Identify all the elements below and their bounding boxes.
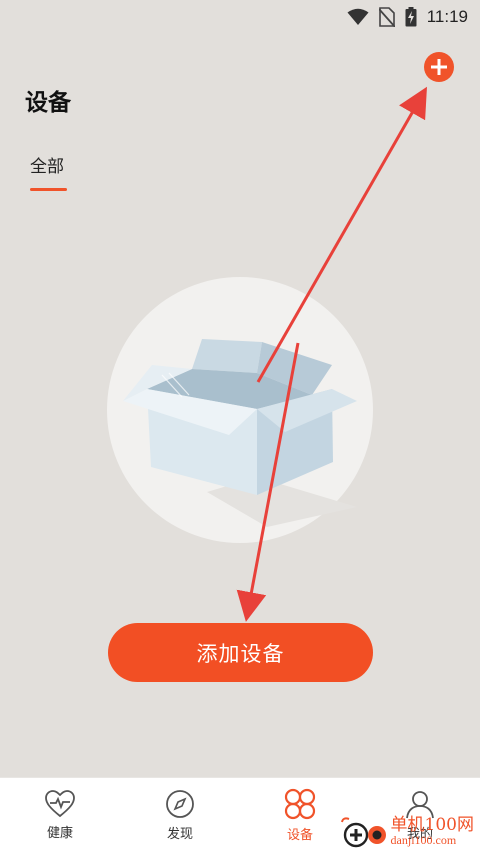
nav-label-health: 健康 (46, 826, 73, 841)
empty-box-icon (107, 277, 373, 543)
device-clover-icon (284, 788, 316, 820)
status-time: 11:19 (426, 7, 468, 26)
status-bar: 11:19 (0, 0, 480, 34)
heartbeat-icon (45, 790, 75, 818)
plus-icon (431, 59, 447, 75)
battery-charging-icon (405, 7, 417, 27)
wifi-icon (347, 8, 369, 25)
tab-active-indicator (30, 188, 67, 191)
add-device-button[interactable]: 添加设备 (108, 623, 373, 682)
nav-item-health[interactable]: 健康 (0, 778, 120, 853)
tab-all[interactable]: 全部 (30, 152, 64, 177)
nav-item-devices[interactable]: 设备 (240, 778, 360, 853)
bottom-nav: 健康 发现 设备 我的 (0, 777, 480, 853)
nav-label-devices: 设备 (286, 828, 313, 843)
nav-label-mine: 我的 (406, 827, 433, 842)
page-title: 设备 (25, 90, 71, 116)
user-icon (406, 791, 434, 819)
nav-item-discover[interactable]: 发现 (120, 778, 240, 853)
nav-item-mine[interactable]: 我的 (360, 778, 480, 853)
add-device-icon-button[interactable] (424, 52, 454, 82)
nav-label-discover: 发现 (166, 827, 193, 842)
compass-icon (166, 790, 194, 818)
no-sim-icon (378, 7, 395, 27)
